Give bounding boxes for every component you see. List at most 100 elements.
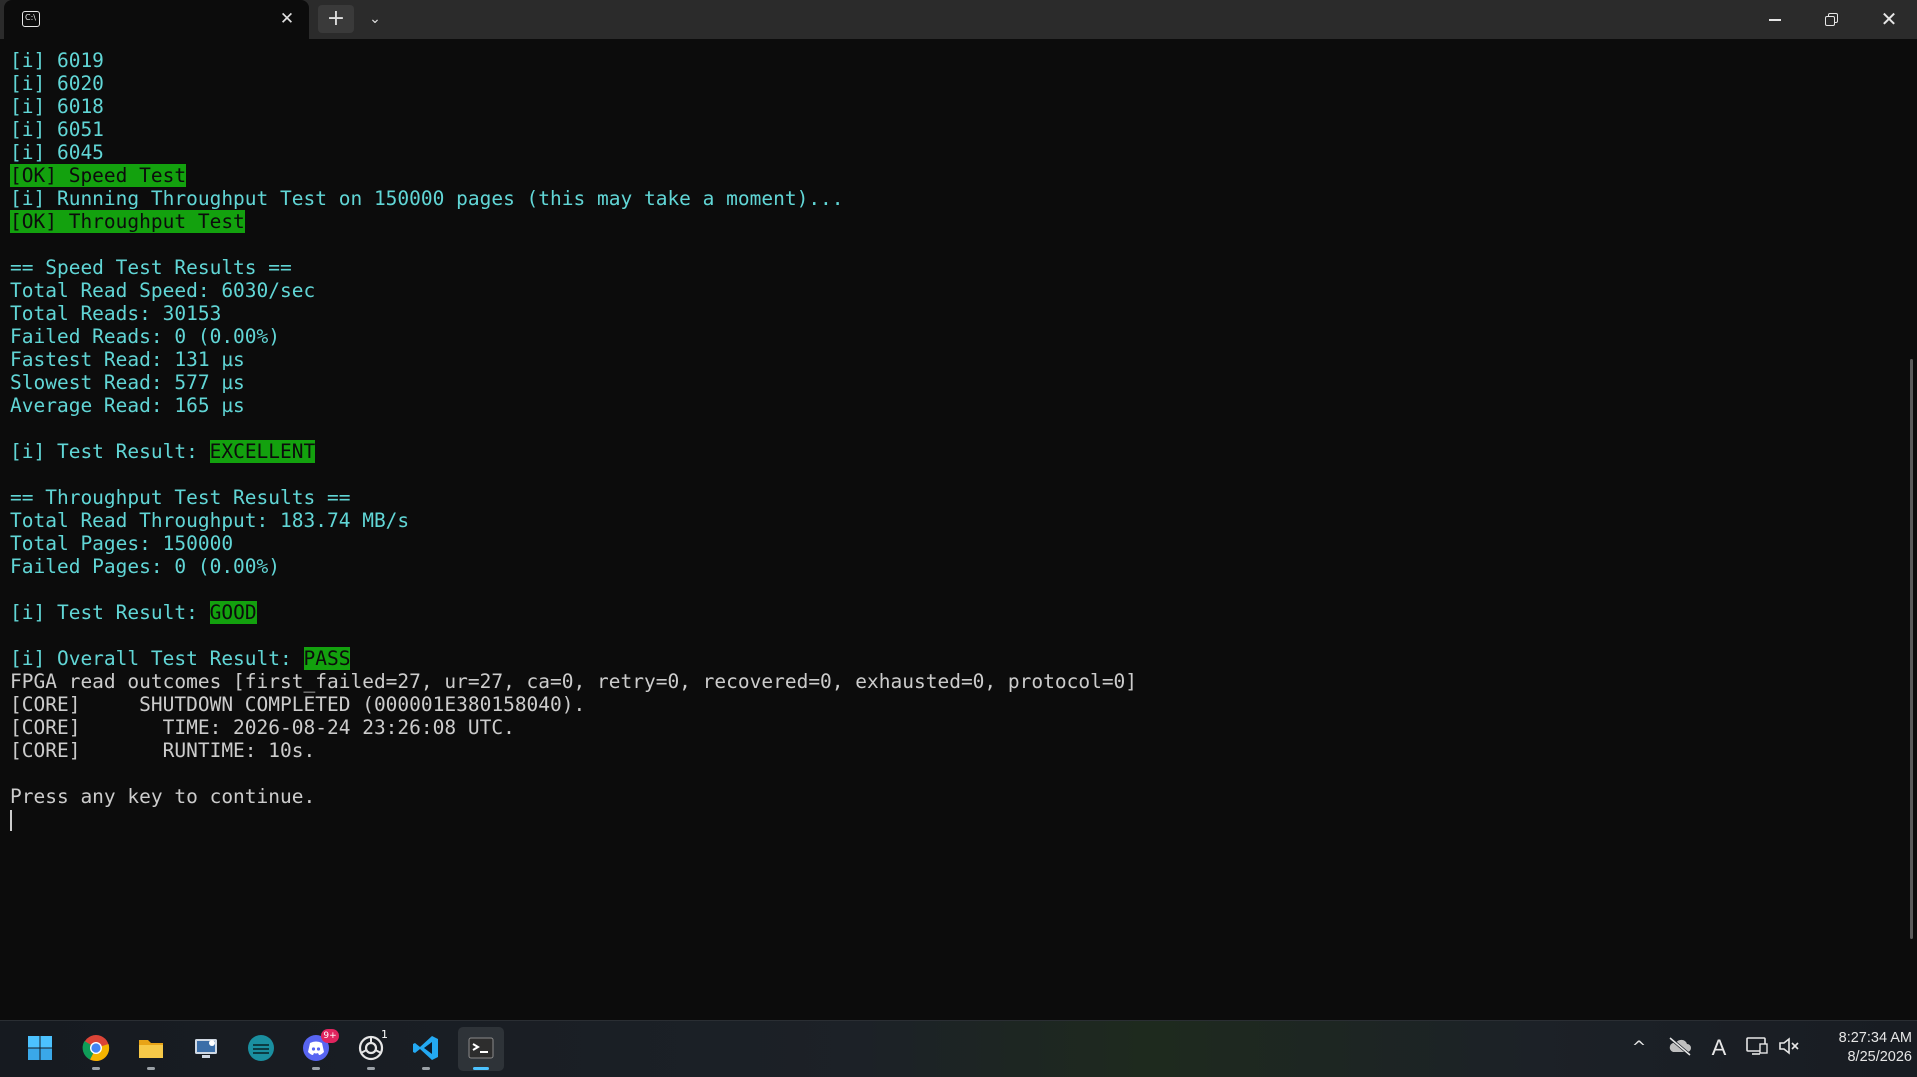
terminal-text: Press any key to continue.: [10, 785, 316, 808]
terminal-line: Total Reads: 30153: [10, 302, 1137, 325]
active-indicator: [473, 1067, 489, 1070]
terminal-text: [i] Test Result:: [10, 440, 210, 463]
terminal-line: Failed Reads: 0 (0.00%): [10, 325, 1137, 348]
status-highlight: [OK] Speed Test: [10, 164, 187, 187]
folder-icon: [139, 1040, 163, 1058]
terminal-line: [CORE] TIME: 2026-08-24 23:26:08 UTC.: [10, 716, 1137, 739]
restore-icon-back: [1825, 16, 1835, 26]
terminal-line: [OK] Throughput Test: [10, 210, 1137, 233]
terminal-line: [i] 6045: [10, 141, 1137, 164]
monitor-network-icon: [1746, 1037, 1768, 1055]
remote-desktop-app[interactable]: [183, 1027, 229, 1071]
vscode-icon: [413, 1036, 438, 1060]
terminal-text: [i] 6051: [10, 118, 104, 141]
terminal-line: Press any key to continue.: [10, 785, 1137, 808]
chrome-app[interactable]: [73, 1027, 119, 1071]
input-language-indicator[interactable]: A: [1706, 1035, 1732, 1061]
status-highlight: [OK] Throughput Test: [10, 210, 245, 233]
network-icon[interactable]: [1743, 1035, 1771, 1061]
clock-date: 8/25/2026: [1847, 1049, 1912, 1065]
terminal-line: Total Pages: 150000: [10, 532, 1137, 555]
vscode-app[interactable]: [403, 1027, 449, 1071]
terminal-text: [CORE] RUNTIME: 10s.: [10, 739, 316, 762]
cloud-off-icon: [1669, 1036, 1691, 1057]
terminal-text: [i] 6019: [10, 49, 104, 72]
terminal-text: == Speed Test Results ==: [10, 256, 292, 279]
close-window-button[interactable]: ✕: [1861, 0, 1917, 39]
minimize-icon: [1769, 19, 1781, 21]
status-highlight: PASS: [303, 647, 351, 670]
terminal-line: == Speed Test Results ==: [10, 256, 1137, 279]
tab-terminal[interactable]: C:\ ✕: [4, 0, 309, 39]
terminal-line: [i] 6018: [10, 95, 1137, 118]
terminal-line: Failed Pages: 0 (0.00%): [10, 555, 1137, 578]
speaker-muted-icon[interactable]: [1776, 1035, 1802, 1061]
running-indicator: [367, 1067, 375, 1070]
terminal-text: Total Pages: 150000: [10, 532, 234, 555]
terminal-text: Failed Reads: 0 (0.00%): [10, 325, 281, 348]
app-teal[interactable]: [238, 1027, 284, 1071]
restore-button[interactable]: [1804, 0, 1860, 39]
terminal-text: [i] 6045: [10, 141, 104, 164]
terminal-line: [i] Running Throughput Test on 150000 pa…: [10, 187, 1137, 210]
clock-time: 8:27:34 AM: [1838, 1030, 1912, 1046]
terminal-text: [CORE] TIME: 2026-08-24 23:26:08 UTC.: [10, 716, 515, 739]
running-indicator: [92, 1067, 100, 1070]
terminal-line: [CORE] SHUTDOWN COMPLETED (000001E380158…: [10, 693, 1137, 716]
chevron-down-icon[interactable]: ⌄: [362, 5, 388, 33]
terminal-output[interactable]: [i] 6019 [i] 6020 [i] 6018 [i] 6051 [i] 6045…: [0, 39, 1917, 1020]
onedrive-offline-icon[interactable]: [1665, 1035, 1695, 1061]
terminal-line: [i] 6019: [10, 49, 1137, 72]
terminal-text: Total Read Speed: 6030/sec: [10, 279, 316, 302]
terminal-line: [i] Test Result: EXCELLENT: [10, 440, 1137, 463]
teal-circle-icon: [248, 1035, 274, 1061]
terminal-icon: [468, 1037, 494, 1059]
notification-badge: 9+: [321, 1029, 339, 1043]
terminal-text: [i] 6020: [10, 72, 104, 95]
terminal-line: [OK] Speed Test: [10, 164, 1137, 187]
status-highlight: EXCELLENT: [209, 440, 316, 463]
terminal-text: Slowest Read: 577 µs: [10, 371, 245, 394]
windows-logo-icon: [28, 1036, 52, 1060]
terminal-text: [i] Test Result:: [10, 601, 210, 624]
terminal-line: == Throughput Test Results ==: [10, 486, 1137, 509]
system-clock[interactable]: 8:27:34 AM 8/25/2026: [1808, 1029, 1912, 1067]
terminal-line: Total Read Throughput: 183.74 MB/s: [10, 509, 1137, 532]
terminal-line: [i] 6051: [10, 118, 1137, 141]
chevron-up-icon[interactable]: ^: [1626, 1035, 1652, 1061]
title-bar: C:\ ✕ + ⌄ ✕: [0, 0, 1917, 39]
scrollbar[interactable]: [1910, 359, 1913, 939]
terminal-text: Fastest Read: 131 µs: [10, 348, 245, 371]
minimize-button[interactable]: [1747, 0, 1803, 39]
terminal-text: Total Reads: 30153: [10, 302, 222, 325]
terminal-lines: [i] 6019 [i] 6020 [i] 6018 [i] 6051 [i] 6045…: [10, 49, 1137, 831]
prompt-line[interactable]: [10, 808, 1137, 831]
file-explorer-app[interactable]: [128, 1027, 174, 1071]
terminal-text: Average Read: 165 µs: [10, 394, 245, 417]
discord-app[interactable]: 9+: [293, 1027, 339, 1071]
terminal-tab-icon: C:\: [22, 11, 40, 27]
tab-close-icon[interactable]: ✕: [276, 8, 298, 30]
terminal-text: [i] Running Throughput Test on 150000 pa…: [10, 187, 844, 210]
terminal-text: [i] 6018: [10, 95, 104, 118]
running-indicator: [312, 1067, 320, 1070]
start-menu-button[interactable]: [17, 1027, 63, 1071]
text-cursor: [10, 810, 12, 831]
terminal-line: Average Read: 165 µs: [10, 394, 1137, 417]
notification-count: 1: [381, 1028, 388, 1041]
chatgpt-app[interactable]: 1: [348, 1027, 394, 1071]
terminal-line: Total Read Speed: 6030/sec: [10, 279, 1137, 302]
terminal-text: == Throughput Test Results ==: [10, 486, 351, 509]
chrome-icon: [82, 1035, 110, 1062]
terminal-app[interactable]: [458, 1027, 504, 1071]
terminal-text: [CORE] SHUTDOWN COMPLETED (000001E380158…: [10, 693, 586, 716]
terminal-line: Slowest Read: 577 µs: [10, 371, 1137, 394]
terminal-line: [i] 6020: [10, 72, 1137, 95]
new-tab-button[interactable]: +: [318, 5, 354, 33]
tab-icon-text: C:\: [25, 13, 36, 22]
